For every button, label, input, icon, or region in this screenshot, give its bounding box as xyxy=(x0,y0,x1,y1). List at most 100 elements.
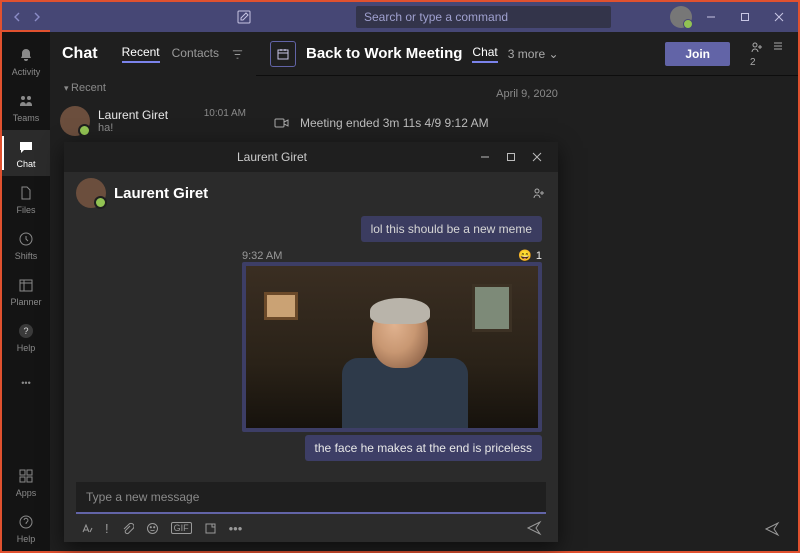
rail-more[interactable]: ••• xyxy=(2,360,50,406)
main-send-button[interactable] xyxy=(764,521,780,537)
help-icon xyxy=(16,512,36,532)
add-people-button[interactable] xyxy=(532,186,546,200)
emoji-button[interactable] xyxy=(146,522,159,535)
title-bar: Search or type a command xyxy=(2,2,798,32)
rail-help[interactable]: Help xyxy=(2,505,50,551)
planner-icon xyxy=(16,275,36,295)
meeting-ended-line: Meeting ended 3m 11s 4/9 9:12 AM xyxy=(256,112,798,134)
meeting-header-actions: 2 xyxy=(750,40,784,68)
conversation-name: Laurent Giret xyxy=(98,108,196,122)
conversation-item[interactable]: Laurent Giret ha! 10:01 AM xyxy=(50,100,256,142)
files-icon xyxy=(16,183,36,203)
teams-icon xyxy=(16,91,36,111)
compose-toolbar: ! GIF ••• xyxy=(76,514,546,536)
calendar-icon xyxy=(270,41,296,67)
compose-input[interactable] xyxy=(76,482,546,514)
popout-maximize-button[interactable] xyxy=(498,145,524,169)
message-card: 9:32 AM 😄 1 xyxy=(242,249,542,432)
join-button[interactable]: Join xyxy=(665,42,730,66)
meeting-tab-chat[interactable]: Chat xyxy=(472,45,497,63)
rail-planner[interactable]: Planner xyxy=(2,268,50,314)
rail-activity[interactable]: Activity xyxy=(2,38,50,84)
popout-contact-name: Laurent Giret xyxy=(114,185,208,202)
rail-files[interactable]: Files xyxy=(2,176,50,222)
filter-button[interactable] xyxy=(231,48,244,61)
tab-contacts[interactable]: Contacts xyxy=(172,46,219,62)
rail-label: Help xyxy=(17,343,36,353)
list-view-icon[interactable] xyxy=(772,40,784,68)
window-close-button[interactable] xyxy=(764,3,794,31)
meeting-ended-text: Meeting ended 3m 11s 4/9 9:12 AM xyxy=(300,116,489,130)
popout-minimize-button[interactable] xyxy=(472,145,498,169)
avatar xyxy=(60,106,90,136)
popout-messages[interactable]: lol this should be a new meme 9:32 AM 😄 … xyxy=(64,214,558,476)
popout-close-button[interactable] xyxy=(524,145,550,169)
popout-titlebar[interactable]: Laurent Giret xyxy=(64,142,558,172)
chat-icon xyxy=(16,137,36,157)
window-minimize-button[interactable] xyxy=(696,3,726,31)
nav-forward-button[interactable] xyxy=(28,9,44,25)
participants-count: 2 xyxy=(750,57,756,68)
more-compose-button[interactable]: ••• xyxy=(229,521,243,536)
apps-icon xyxy=(16,466,36,486)
popout-chat-window: Laurent Giret Laurent Giret lol this sho… xyxy=(64,142,558,542)
meeting-title: Back to Work Meeting xyxy=(306,45,462,62)
rail-label: Help xyxy=(17,534,36,544)
meeting-header: Back to Work Meeting Chat 3 more ⌄ Join … xyxy=(256,32,798,76)
message-reactions[interactable]: 😄 1 xyxy=(518,249,542,262)
sticker-button[interactable] xyxy=(204,522,217,535)
popout-window-title: Laurent Giret xyxy=(237,150,307,164)
rail-teams[interactable]: Teams xyxy=(2,84,50,130)
search-placeholder: Search or type a command xyxy=(364,10,508,24)
conversation-main: Laurent Giret ha! xyxy=(98,108,196,134)
attach-button[interactable] xyxy=(121,522,134,535)
help-icon: ? xyxy=(16,321,36,341)
tab-recent[interactable]: Recent xyxy=(122,45,160,63)
priority-icon[interactable]: ! xyxy=(105,521,109,536)
rail-help-top[interactable]: ? Help xyxy=(2,314,50,360)
chat-list-header: Chat Recent Contacts xyxy=(50,32,256,76)
rail-label: Planner xyxy=(10,297,41,307)
conversation-preview: ha! xyxy=(98,122,196,134)
message-bubble: the face he makes at the end is priceles… xyxy=(305,435,542,461)
rail-label: Chat xyxy=(16,159,35,169)
date-separator: April 9, 2020 xyxy=(256,76,798,112)
popout-header: Laurent Giret xyxy=(64,172,558,214)
video-icon xyxy=(274,117,290,129)
search-input[interactable]: Search or type a command xyxy=(356,6,611,28)
bell-icon xyxy=(16,45,36,65)
gif-button[interactable]: GIF xyxy=(171,522,192,534)
message-image[interactable] xyxy=(242,262,542,432)
rail-label: Apps xyxy=(16,488,37,498)
send-button[interactable] xyxy=(526,520,542,536)
chevron-down-icon: ⌄ xyxy=(548,47,558,61)
rail-apps[interactable]: Apps xyxy=(2,459,50,505)
rail-label: Teams xyxy=(13,113,40,123)
chat-list-title: Chat xyxy=(62,45,98,63)
nav-history xyxy=(2,9,52,25)
section-recent[interactable]: Recent xyxy=(50,76,256,100)
rail-label: Activity xyxy=(12,67,41,77)
nav-back-button[interactable] xyxy=(10,9,26,25)
message-bubble: lol this should be a new meme xyxy=(361,216,542,242)
window-maximize-button[interactable] xyxy=(730,3,760,31)
ellipsis-icon: ••• xyxy=(16,373,36,393)
current-user-avatar[interactable] xyxy=(670,6,692,28)
meeting-tabs-more[interactable]: 3 more ⌄ xyxy=(508,47,559,61)
avatar xyxy=(76,178,106,208)
reaction-count: 1 xyxy=(536,250,542,262)
rail-chat[interactable]: Chat xyxy=(2,130,50,176)
rail-label: Files xyxy=(16,205,35,215)
format-button[interactable] xyxy=(80,522,93,535)
rail-shifts[interactable]: Shifts xyxy=(2,222,50,268)
new-chat-button[interactable] xyxy=(232,5,256,29)
svg-text:?: ? xyxy=(23,326,28,336)
app-rail: Activity Teams Chat Files Shifts Planner… xyxy=(2,30,50,551)
rail-label: Shifts xyxy=(15,251,38,261)
laugh-emoji-icon: 😄 xyxy=(518,249,532,262)
titlebar-right xyxy=(670,3,798,31)
message-time: 9:32 AM xyxy=(242,250,282,262)
message-time-row: 9:32 AM 😄 1 xyxy=(242,249,542,262)
compose-area: ! GIF ••• xyxy=(64,476,558,542)
add-people-button[interactable]: 2 xyxy=(750,40,764,68)
